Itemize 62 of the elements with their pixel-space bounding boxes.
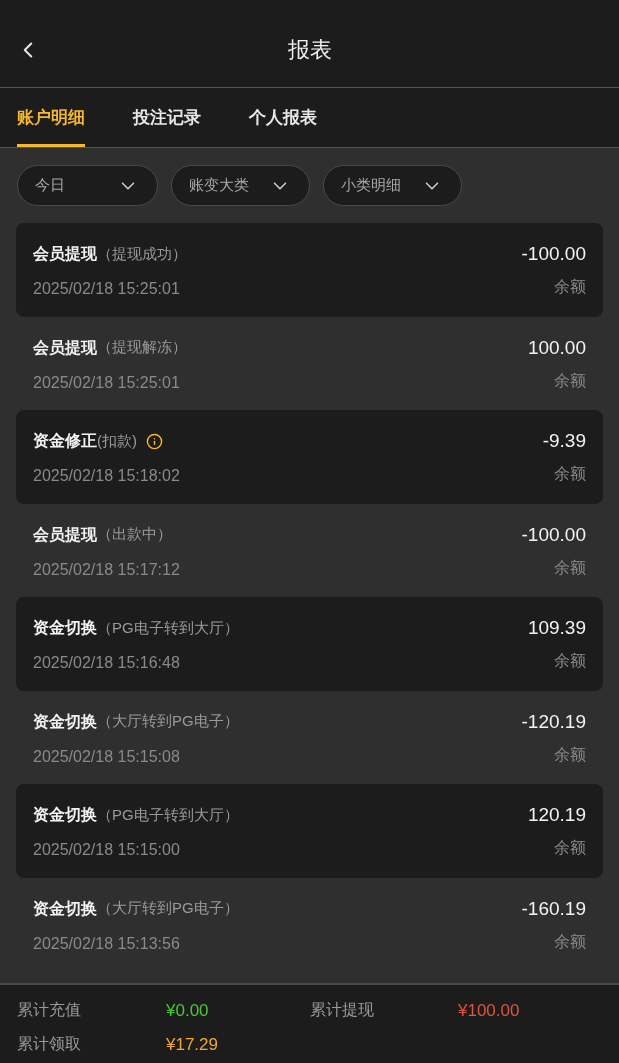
transaction-row[interactable]: 资金切换（PG电子转到大厅） 2025/02/18 15:16:48 109.39 余额	[16, 597, 603, 691]
balance-label: 余额	[554, 744, 586, 765]
transaction-amount: -100.00	[521, 242, 586, 266]
transaction-row[interactable]: 资金修正(扣款) 2025/02/18 15:18:02 -9.39 余额	[16, 410, 603, 504]
transaction-time: 2025/02/18 15:16:48	[33, 653, 181, 673]
transaction-row[interactable]: 会员提现（提现成功） 2025/02/18 15:25:01 -100.00 余额	[16, 223, 603, 317]
balance-label: 余额	[554, 370, 586, 391]
transaction-row[interactable]: 资金切换（大厅转到PG电子） 2025/02/18 15:15:08 -120.19 余额	[16, 690, 603, 784]
transaction-amount: -120.19	[521, 709, 586, 734]
transaction-amount: 109.39	[527, 616, 586, 640]
filter-dropdown[interactable]: 账变大类	[171, 165, 310, 206]
transaction-status: （提现解冻）	[97, 337, 187, 358]
transaction-time: 2025/02/18 15:25:01	[33, 372, 181, 393]
transaction-row[interactable]: 会员提现（出款中） 2025/02/18 15:17:12 -100.00 余额	[16, 503, 603, 597]
transaction-time: 2025/02/18 15:17:12	[33, 559, 180, 580]
transaction-time: 2025/02/18 15:13:56	[33, 933, 181, 954]
tab[interactable]: 账户明细	[17, 88, 85, 147]
transaction-status: （PG电子转到大厅）	[97, 617, 239, 638]
summary-value: ¥0.00	[166, 1000, 210, 1022]
transaction-status: （大厅转到PG电子）	[97, 898, 239, 919]
transaction-time: 2025/02/18 15:25:01	[33, 279, 181, 299]
transaction-title: 资金修正	[33, 431, 97, 451]
transaction-row[interactable]: 资金切换（大厅转到PG电子） 2025/02/18 15:13:56 -160.19 余额	[16, 877, 603, 971]
transaction-title: 资金切换	[33, 898, 97, 919]
transaction-amount: -160.19	[521, 896, 586, 921]
transaction-amount: -100.00	[521, 522, 586, 547]
transaction-title: 会员提现	[33, 337, 97, 358]
transaction-title: 资金切换	[33, 711, 97, 732]
transaction-status: （出款中）	[97, 524, 172, 545]
balance-label: 余额	[554, 557, 586, 578]
page-title: 报表	[287, 36, 332, 64]
transaction-row[interactable]: 资金切换（PG电子转到大厅） 2025/02/18 15:15:00 120.19 余额	[16, 784, 603, 878]
transaction-title: 资金切换	[33, 805, 97, 825]
transaction-title: 会员提现	[33, 244, 97, 264]
transaction-amount: -9.39	[542, 429, 586, 453]
transaction-status: （提现成功）	[97, 243, 187, 264]
info-icon[interactable]	[146, 432, 163, 450]
summary-label: 累计充值	[17, 1000, 82, 1020]
tab[interactable]: 个人报表	[249, 88, 317, 147]
transaction-status: （PG电子转到大厅）	[97, 804, 239, 825]
balance-label: 余额	[554, 464, 586, 484]
filter-dropdown[interactable]: 小类明细	[323, 165, 462, 206]
transaction-status: （大厅转到PG电子）	[97, 711, 239, 732]
transaction-time: 2025/02/18 15:15:08	[33, 746, 181, 767]
transaction-amount: 120.19	[527, 803, 586, 827]
tab[interactable]: 投注记录	[133, 88, 201, 147]
filter-dropdown[interactable]: 今日	[17, 165, 158, 206]
summary-value: ¥100.00	[458, 1000, 521, 1022]
transaction-row[interactable]: 会员提现（提现解冻） 2025/02/18 15:25:01 100.00 余额	[16, 316, 603, 410]
transaction-amount: 100.00	[527, 335, 586, 360]
transaction-title: 会员提现	[33, 524, 97, 545]
transaction-title: 资金切换	[33, 618, 97, 638]
transaction-time: 2025/02/18 15:15:00	[33, 840, 181, 860]
balance-label: 余额	[554, 838, 586, 858]
balance-label: 余额	[554, 651, 586, 671]
balance-label: 余额	[554, 277, 586, 297]
summary-value: ¥17.29	[166, 1033, 219, 1056]
balance-label: 余额	[554, 931, 586, 952]
summary-label: 累计提现	[310, 1000, 375, 1020]
transaction-status: (扣款)	[97, 430, 137, 451]
summary-label: 累计领取	[17, 1033, 82, 1054]
transaction-time: 2025/02/18 15:18:02	[33, 466, 180, 486]
